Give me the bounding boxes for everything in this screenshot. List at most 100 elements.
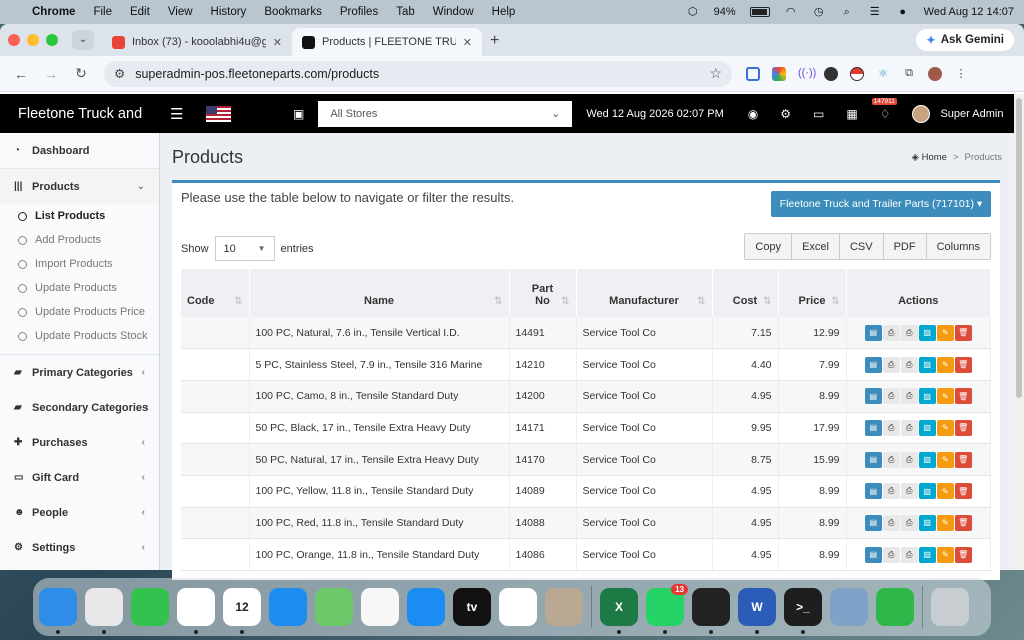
product-details-icon[interactable]: ▤ — [864, 483, 882, 500]
edit-icon[interactable]: ✎ — [936, 514, 954, 531]
dock-chrome-icon[interactable] — [177, 588, 215, 634]
edit-icon[interactable]: ✎ — [936, 324, 954, 341]
pos-desktop-icon[interactable]: ▭ — [813, 107, 824, 121]
user-menu[interactable]: Super Admin — [912, 104, 1003, 123]
sidebar-item-secondary-categories[interactable]: ▰ Secondary Categories ‹ — [0, 390, 159, 425]
column-header-code[interactable]: Code ⇅ — [181, 269, 250, 317]
pos-terminal-icon[interactable]: ▣ — [293, 107, 304, 121]
delete-icon[interactable]: 🗑 — [954, 419, 972, 436]
print-label-icon[interactable]: ⎙ — [900, 483, 918, 500]
sidebar-sub-update-products-price[interactable]: Update Products Price — [0, 300, 159, 324]
product-details-icon[interactable]: ▤ — [864, 388, 882, 405]
tab-products[interactable]: Products | FLEETONE TRUCK ✕ — [292, 28, 482, 56]
delete-icon[interactable]: 🗑 — [954, 514, 972, 531]
scrollbar-thumb[interactable] — [1016, 98, 1022, 398]
view-image-icon[interactable]: ▨ — [918, 483, 936, 500]
column-header-cost[interactable]: Cost ⇅ — [712, 269, 779, 317]
reload-icon[interactable]: ↻ — [70, 65, 92, 82]
view-image-icon[interactable]: ▨ — [918, 514, 936, 531]
sidebar-sub-list-products[interactable]: List Products — [0, 204, 159, 228]
print-barcode-icon[interactable]: ⎙ — [882, 514, 900, 531]
cast-extension-icon[interactable] — [746, 66, 760, 81]
dock-numbers-icon[interactable] — [876, 588, 914, 626]
dock-whatsapp-icon[interactable]: 13 — [646, 584, 688, 634]
dock-apple-tv-icon[interactable]: tv — [453, 588, 491, 626]
url-text[interactable]: superadmin-pos.fleetoneparts.com/product… — [135, 67, 709, 81]
delete-icon[interactable]: 🗑 — [954, 483, 972, 500]
print-label-icon[interactable]: ⎙ — [900, 324, 918, 341]
brand-logo[interactable]: Fleetone Truck and — [0, 106, 160, 122]
wifi-icon[interactable]: ◠ — [784, 6, 798, 18]
edit-icon[interactable]: ✎ — [936, 388, 954, 405]
box-icon[interactable]: ⬡ — [686, 6, 700, 18]
menu-file[interactable]: File — [93, 6, 112, 18]
menu-clock[interactable]: Wed Aug 12 14:07 — [924, 6, 1014, 18]
edit-icon[interactable]: ✎ — [936, 451, 954, 468]
sidebar-item-gift-card[interactable]: ▭ Gift Card ‹ — [0, 460, 159, 495]
close-tab-icon[interactable]: ✕ — [273, 36, 282, 49]
print-barcode-icon[interactable]: ⎙ — [882, 388, 900, 405]
dock-excel-icon[interactable]: X — [600, 588, 638, 634]
sidebar-sub-update-products[interactable]: Update Products — [0, 276, 159, 300]
product-details-icon[interactable]: ▤ — [864, 324, 882, 341]
spotlight-search-icon[interactable]: ⌕ — [840, 6, 854, 18]
menu-view[interactable]: View — [168, 6, 193, 18]
view-image-icon[interactable]: ▨ — [918, 388, 936, 405]
sidebar-item-purchases[interactable]: ✚ Purchases ‹ — [0, 425, 159, 460]
edit-icon[interactable]: ✎ — [936, 483, 954, 500]
sidebar-item-primary-categories[interactable]: ▰ Primary Categories ‹ — [0, 355, 159, 390]
edit-icon[interactable]: ✎ — [936, 546, 954, 563]
product-details-icon[interactable]: ▤ — [864, 419, 882, 436]
color-extension-icon[interactable] — [772, 66, 786, 81]
new-tab-button[interactable]: + — [490, 32, 499, 50]
menu-edit[interactable]: Edit — [130, 6, 150, 18]
zoom-window-button[interactable] — [46, 34, 58, 46]
breadcrumb-home[interactable]: ◈ Home — [912, 152, 947, 163]
print-label-icon[interactable]: ⎙ — [900, 451, 918, 468]
forward-arrow-icon[interactable]: → — [40, 66, 62, 82]
dock-terminal-icon[interactable]: >_ — [784, 588, 822, 634]
dock-photos-icon[interactable] — [361, 588, 399, 626]
product-details-icon[interactable]: ▤ — [864, 451, 882, 468]
time-machine-icon[interactable]: ◷ — [812, 6, 826, 18]
delete-icon[interactable]: 🗑 — [954, 451, 972, 468]
store-filter-button[interactable]: Fleetone Truck and Trailer Parts (717101… — [771, 191, 991, 217]
sidebar-toggle-icon[interactable]: ☰ — [170, 105, 200, 123]
dock-keynote-icon[interactable] — [269, 588, 307, 626]
column-header-name[interactable]: Name ⇅ — [249, 269, 510, 317]
tab-search-chevron-icon[interactable]: ⌄ — [72, 30, 94, 50]
product-details-icon[interactable]: ▤ — [864, 546, 882, 563]
print-label-icon[interactable]: ⎙ — [900, 514, 918, 531]
control-center-icon[interactable]: ☰ — [868, 6, 882, 18]
product-details-icon[interactable]: ▤ — [864, 514, 882, 531]
print-barcode-icon[interactable]: ⎙ — [882, 324, 900, 341]
sidebar-item-dashboard[interactable]: ◔ Dashboard — [0, 133, 159, 168]
battery-icon[interactable] — [749, 7, 770, 17]
dock-maps-icon[interactable] — [315, 588, 353, 626]
react-extension-icon[interactable]: ⚛ — [876, 67, 890, 81]
dock-unity-icon[interactable] — [692, 588, 730, 634]
us-flag-language-icon[interactable] — [206, 105, 231, 122]
apps-grid-icon[interactable]: ▦ — [846, 107, 857, 121]
site-info-icon[interactable]: ⚙ — [114, 66, 125, 81]
back-arrow-icon[interactable]: ← — [10, 66, 32, 82]
settings-cogs-icon[interactable]: ⚙ — [780, 107, 791, 121]
edit-icon[interactable]: ✎ — [936, 419, 954, 436]
dock-app-store-icon[interactable] — [407, 588, 445, 626]
sidebar-item-settings[interactable]: ⚙ Settings ‹ — [0, 530, 159, 565]
bookmark-star-icon[interactable]: ☆ — [709, 65, 722, 82]
dock-trash-icon[interactable] — [931, 588, 969, 626]
print-label-icon[interactable]: ⎙ — [900, 546, 918, 563]
more-menu-icon[interactable]: ⋮ — [954, 67, 968, 81]
menu-profiles[interactable]: Profiles — [340, 6, 378, 18]
siri-icon[interactable]: ● — [896, 6, 910, 18]
entries-select[interactable]: 10 ▼ — [214, 236, 275, 261]
view-image-icon[interactable]: ▨ — [918, 546, 936, 563]
menu-tab[interactable]: Tab — [396, 6, 415, 18]
column-header-part-no[interactable]: Part No ⇅ — [509, 269, 577, 317]
dock-word-icon[interactable]: W — [738, 588, 776, 634]
print-label-icon[interactable]: ⎙ — [900, 356, 918, 373]
column-header-manufacturer[interactable]: Manufacturer ⇅ — [576, 269, 713, 317]
delete-icon[interactable]: 🗑 — [954, 356, 972, 373]
print-barcode-icon[interactable]: ⎙ — [882, 483, 900, 500]
